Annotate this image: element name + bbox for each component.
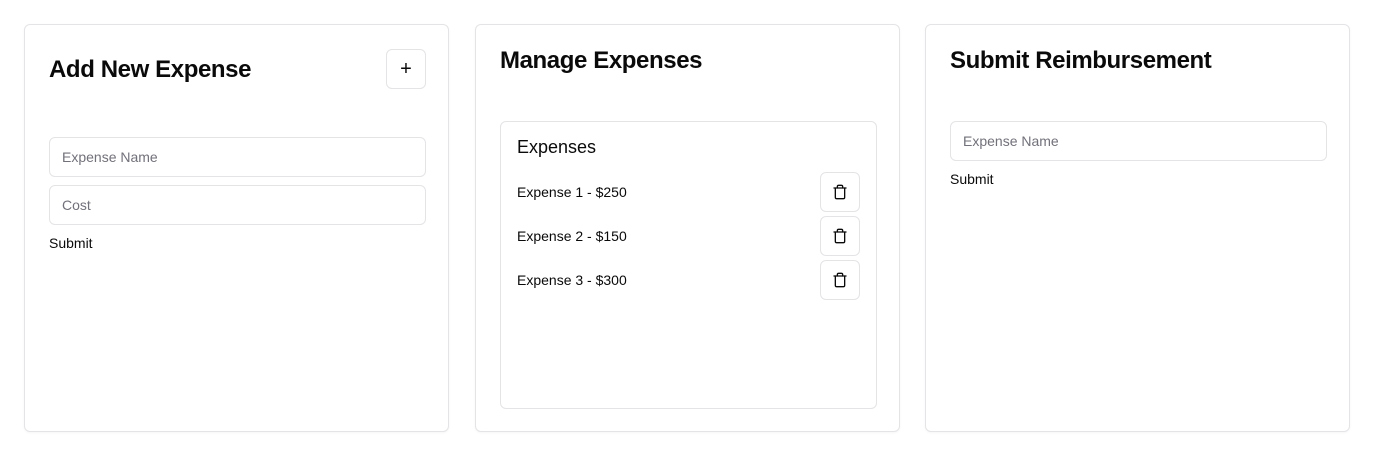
list-item: Expense 2 - $150: [517, 216, 860, 256]
expense-label: Expense 2 - $150: [517, 228, 627, 244]
reimbursement-submit-button[interactable]: Submit: [950, 170, 994, 188]
expense-list: Expenses Expense 1 - $250 Expense 2 - $1…: [500, 121, 877, 409]
add-expense-button[interactable]: +: [386, 49, 426, 89]
add-expense-title: Add New Expense: [49, 56, 252, 83]
trash-icon: [833, 184, 847, 200]
add-expense-card: Add New Expense + Submit: [24, 24, 449, 432]
expense-label: Expense 3 - $300: [517, 272, 627, 288]
expense-name-input[interactable]: [49, 137, 426, 177]
reimbursement-expense-name-input[interactable]: [950, 121, 1327, 161]
add-expense-submit-button[interactable]: Submit: [49, 234, 93, 252]
trash-icon: [833, 228, 847, 244]
delete-expense-button[interactable]: [820, 260, 860, 300]
expense-label: Expense 1 - $250: [517, 184, 627, 200]
submit-reimbursement-card: Submit Reimbursement Submit: [925, 24, 1350, 432]
manage-expenses-card: Manage Expenses Expenses Expense 1 - $25…: [475, 24, 900, 432]
delete-expense-button[interactable]: [820, 172, 860, 212]
list-item: Expense 1 - $250: [517, 172, 860, 212]
submit-reimbursement-title: Submit Reimbursement: [950, 47, 1212, 74]
delete-expense-button[interactable]: [820, 216, 860, 256]
manage-expenses-title: Manage Expenses: [500, 47, 703, 74]
trash-icon: [833, 272, 847, 288]
list-item: Expense 3 - $300: [517, 260, 860, 300]
expense-list-title: Expenses: [517, 137, 597, 157]
cost-input[interactable]: [49, 185, 426, 225]
